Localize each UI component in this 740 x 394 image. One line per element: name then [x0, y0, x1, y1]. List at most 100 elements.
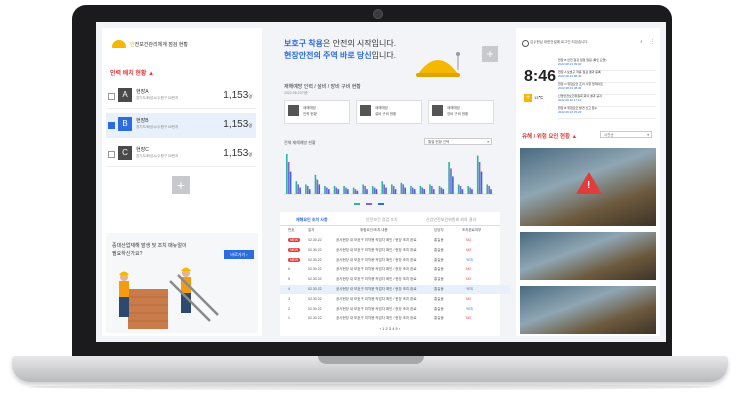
middle-panel: 보호구 착용은 안전의 시작입니다. 현장안전의 주역 바로 당신입니다. + … — [274, 28, 510, 336]
hazard-photo[interactable] — [520, 286, 656, 334]
table-row[interactable]: 1 02.30.22 공사현장 내 보호구 미착용 작업자 확인 / 현장 조치 완… — [280, 314, 510, 323]
cell-status: NO — [466, 277, 472, 282]
chart-bar — [356, 190, 359, 194]
chart-bar — [343, 186, 345, 194]
add-widget-button[interactable]: + — [482, 46, 498, 62]
chart-bar — [308, 189, 311, 194]
chart-bar — [306, 186, 309, 194]
chart-bar — [438, 186, 441, 194]
chart-bar — [452, 176, 454, 194]
chart-bar — [305, 184, 307, 194]
cell-date: 02.30.22 — [308, 238, 322, 242]
cell-status: YES — [466, 287, 474, 291]
laptop-notch — [318, 356, 424, 364]
site-name: 현장B — [136, 118, 149, 124]
legend-swatch — [378, 203, 384, 205]
hazard-sort-select[interactable]: 시간순 ▾ — [600, 131, 652, 138]
cell-no: 6 — [288, 267, 290, 272]
chart-bar — [421, 187, 424, 194]
headline-line2: 현장안전의 주역 바로 당신입니다. — [284, 51, 396, 60]
table-row[interactable]: NEW 02.30.22 공사현장 내 보호구 미착용 작업자 확인 / 현장 조치… — [280, 236, 510, 245]
bell-icon[interactable]: ♪ — [640, 39, 643, 45]
cell-status: NO — [466, 247, 472, 252]
tab-inspection[interactable]: 안전보건 점검 조치 — [366, 217, 398, 223]
cell-owner: 홍길동 — [434, 257, 444, 262]
staff-section-title: 인력 배치 현황 ▲ — [110, 71, 155, 77]
promo-go-button[interactable]: 바로가기 › — [224, 250, 254, 259]
prevention-chart — [284, 154, 494, 195]
cell-owner: 홍길동 — [434, 277, 444, 282]
chart-bar — [413, 189, 416, 194]
site-checkbox[interactable] — [108, 151, 115, 158]
cell-owner: 홍길동 — [434, 238, 444, 242]
site-count: 1,153명 — [223, 119, 252, 130]
cell-no: 1 — [288, 316, 290, 321]
chart-bar — [289, 171, 292, 194]
chart-bar — [316, 179, 319, 194]
add-site-button[interactable]: + — [172, 176, 190, 194]
table-row[interactable]: NEW 02.30.22 공사현장 내 보호구 미착용 작업자 확인 / 현장 조치… — [280, 246, 510, 255]
table-row[interactable]: 4 02.30.22 공사현장 내 보호구 미착용 작업자 확인 / 현장 조치 완… — [280, 285, 510, 294]
stat-card-equipment[interactable]: 재해예방 장비 구비 현황 — [428, 100, 494, 124]
chart-bar — [480, 171, 483, 194]
table-row[interactable]: NEW 02.30.22 공사현장 내 보호구 미착용 작업자 확인 / 현장 조치… — [280, 256, 510, 265]
stats-title: 재해예방 인력 / 설비 / 장비 구비 현황 — [284, 84, 361, 90]
cell-desc: 공사현장 내 보호구 미착용 작업자 확인 / 현장 조치 완료 — [336, 296, 417, 301]
site-row-c[interactable]: C 현장C 경기도/화성시/수원구 00번지 1,153명 — [106, 142, 256, 167]
cell-date: 02.30.22 — [308, 267, 322, 272]
chart-bar — [326, 187, 328, 194]
clock-time: 8:46 — [524, 68, 557, 85]
chart-bar — [404, 187, 406, 194]
chart-bar — [467, 186, 469, 194]
table-row[interactable]: 2 02.30.22 공사현장 내 보호구 미착용 작업자 확인 / 현장 조치 완… — [280, 305, 510, 314]
cell-no: 5 — [288, 277, 290, 282]
cell-owner: 홍길동 — [434, 306, 444, 311]
cell-date: 02.30.22 — [308, 247, 322, 252]
cell-date: 02.30.22 — [308, 287, 322, 291]
chart-bar — [371, 186, 374, 194]
chart-bar — [364, 186, 366, 194]
chart-bar — [366, 189, 368, 194]
site-checkbox[interactable] — [108, 122, 115, 129]
cell-owner: 홍길동 — [434, 267, 444, 272]
chart-bar — [337, 189, 340, 194]
more-icon[interactable]: ⋮ — [650, 39, 655, 45]
hazard-photo[interactable]: ! — [520, 148, 656, 226]
chart-legend — [354, 202, 424, 206]
chart-bar — [295, 181, 298, 194]
tab-measures[interactable]: 재해요인 조치 사항 — [296, 217, 328, 223]
pagination[interactable]: ‹ 1 2 3 4 5 › — [280, 326, 500, 331]
right-panel: 김수현님 대한건설에 로그인 되었습니다. ♪ ⋮ 8:46 + 13℃ 현장 … — [516, 28, 660, 336]
camera-icon — [373, 9, 383, 19]
stat-card-staff[interactable]: 재해예방 인력 현황 — [284, 100, 350, 124]
chart-bar — [352, 187, 355, 194]
notification-item[interactable]: 현장 B 위험요인 발견 신고 접수 2022.08.22 15:20 — [558, 106, 656, 119]
left-panel: 안전보건관리체계 점검 현황 인력 배치 현황 ▲ A 현장A 경기도/화성시/… — [102, 28, 262, 336]
chart-bar — [457, 184, 460, 194]
stats-date: 2022.08.23기준 — [284, 91, 308, 95]
chevron-down-icon: ▾ — [487, 140, 489, 144]
table-row[interactable]: 3 02.30.22 공사현장 내 보호구 미착용 작업자 확인 / 현장 조치 완… — [280, 295, 510, 304]
chart-period-select[interactable]: 월별 현황 선택 ▾ — [424, 138, 492, 145]
cell-no: 4 — [288, 287, 290, 291]
weather-temp: 13℃ — [534, 95, 543, 100]
site-name: 현장A — [136, 89, 149, 95]
site-row-a[interactable]: A 현장A 경기도/화성시/수원구 00번지 1,153명 — [106, 84, 256, 109]
cell-desc: 공사현장 내 보호구 미착용 작업자 확인 / 현장 조치 완료 — [336, 247, 417, 252]
alert-exclamation: ! — [587, 180, 591, 191]
site-checkbox[interactable] — [108, 93, 115, 100]
chart-bar — [381, 181, 384, 194]
site-name: 현장C — [136, 147, 149, 153]
warning-icon: ▲ — [148, 71, 155, 77]
left-title: 안전보건관리체계 점검 현황 — [130, 42, 188, 48]
promo-line2: 필요하신가요? — [112, 251, 143, 257]
table-row[interactable]: 5 02.30.22 공사현장 내 보호구 미착용 작업자 확인 / 현장 조치 완… — [280, 275, 510, 284]
table-row[interactable]: 6 02.30.22 공사현장 내 보호구 미착용 작업자 확인 / 현장 조치 완… — [280, 265, 510, 274]
chart-bar — [490, 189, 492, 194]
facility-icon — [360, 105, 371, 116]
stat-card-facility[interactable]: 재해예방 설비 구비 현황 — [356, 100, 422, 124]
tab-committee[interactable]: 산업안전보건위원회 회의 결과 — [426, 217, 476, 223]
hazard-photo[interactable] — [520, 232, 656, 280]
site-row-b[interactable]: B 현장B 경기도/화성시/수원구 00번지 1,153명 — [106, 113, 256, 138]
chart-bar — [432, 189, 435, 194]
